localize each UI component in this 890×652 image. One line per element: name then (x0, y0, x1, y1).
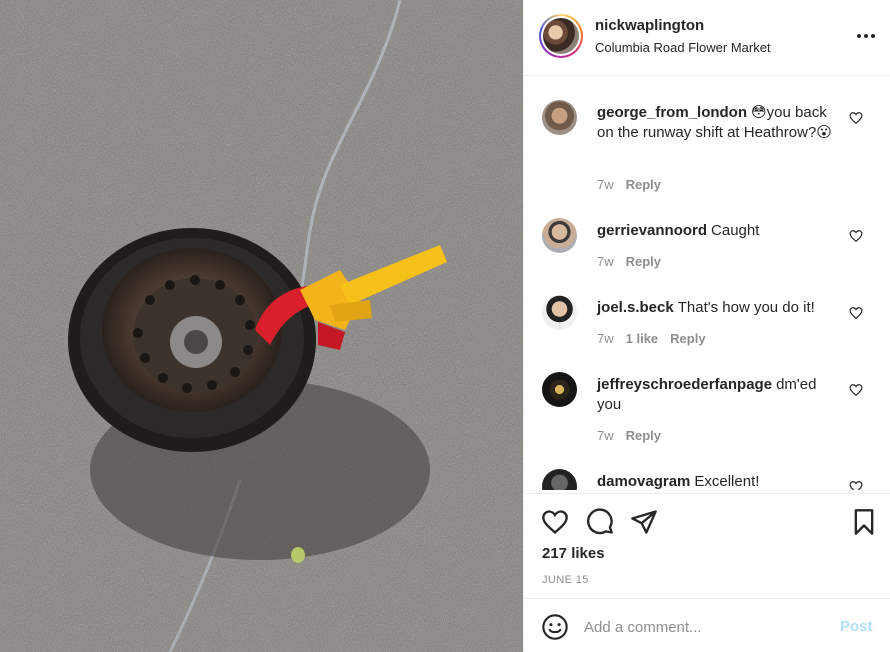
comment-text: gerrievannoord Caught (597, 221, 842, 241)
post-header: nickwaplington Columbia Road Flower Mark… (524, 0, 890, 76)
comment-text: jeffreyschroederfanpage dm'ed you (597, 375, 842, 415)
comment-heart-icon[interactable] (849, 306, 863, 320)
commenter-username[interactable]: jeffreyschroederfanpage (597, 376, 772, 393)
reply-button[interactable]: Reply (626, 254, 661, 269)
more-options-icon[interactable] (854, 28, 878, 44)
heart-icon[interactable] (541, 508, 569, 536)
post-actions: 217 likes JUNE 15 (524, 493, 890, 597)
commenter-username[interactable]: joel.s.beck (597, 299, 674, 316)
bookmark-icon[interactable] (850, 508, 878, 536)
author-avatar[interactable] (539, 14, 583, 58)
comment-meta: 7w 1 like Reply (597, 331, 706, 346)
commenter-avatar[interactable] (542, 100, 577, 135)
comment-meta: 7w Reply (597, 177, 661, 192)
comment-heart-icon[interactable] (849, 383, 863, 397)
reply-button[interactable]: Reply (626, 177, 661, 192)
comment-time[interactable]: 7w (597, 254, 614, 269)
post-date[interactable]: JUNE 15 (542, 574, 589, 586)
comment-text: damovagram Excellent! (597, 472, 842, 490)
comment-icon[interactable] (586, 508, 614, 536)
comment-input[interactable] (584, 615, 824, 639)
comment-likes[interactable]: 1 like (626, 331, 659, 346)
comment-body: That's how you do it! (677, 299, 815, 316)
reply-button[interactable]: Reply (626, 428, 661, 443)
post-comment-button[interactable]: Post (840, 618, 873, 635)
comment-time[interactable]: 7w (597, 428, 614, 443)
add-comment-bar: Post (524, 598, 890, 652)
reply-button[interactable]: Reply (670, 331, 705, 346)
comment-meta: 7w Reply (597, 254, 661, 269)
commenter-username[interactable]: george_from_london (597, 104, 747, 121)
commenter-username[interactable]: gerrievannoord (597, 222, 707, 239)
author-avatar-image (543, 18, 579, 54)
comment-body: Caught (711, 222, 760, 239)
comment-list[interactable]: george_from_london 😳you back on the runwa… (524, 77, 890, 490)
wheel-clamp-photo (0, 0, 523, 652)
comment-text: joel.s.beck That's how you do it! (597, 298, 857, 318)
commenter-avatar[interactable] (542, 372, 577, 407)
post-photo (0, 0, 523, 652)
likes-count[interactable]: 217 likes (542, 545, 605, 562)
commenter-avatar[interactable] (542, 469, 577, 490)
post-sidebar: nickwaplington Columbia Road Flower Mark… (523, 0, 890, 652)
post-location[interactable]: Columbia Road Flower Market (595, 40, 771, 55)
comment-body: Excellent! (694, 473, 760, 490)
share-icon[interactable] (630, 508, 658, 536)
comment-meta: 7w Reply (597, 428, 661, 443)
comment-time[interactable]: 7w (597, 177, 614, 192)
author-username[interactable]: nickwaplington (595, 17, 704, 34)
comment-heart-icon[interactable] (849, 229, 863, 243)
comment-time[interactable]: 7w (597, 331, 614, 346)
commenter-avatar[interactable] (542, 295, 577, 330)
emoji-icon[interactable] (541, 613, 569, 641)
commenter-avatar[interactable] (542, 218, 577, 253)
commenter-username[interactable]: damovagram (597, 473, 690, 490)
comment-heart-icon[interactable] (849, 480, 863, 490)
comment-text: george_from_london 😳you back on the runwa… (597, 103, 842, 143)
comment-heart-icon[interactable] (849, 111, 863, 125)
